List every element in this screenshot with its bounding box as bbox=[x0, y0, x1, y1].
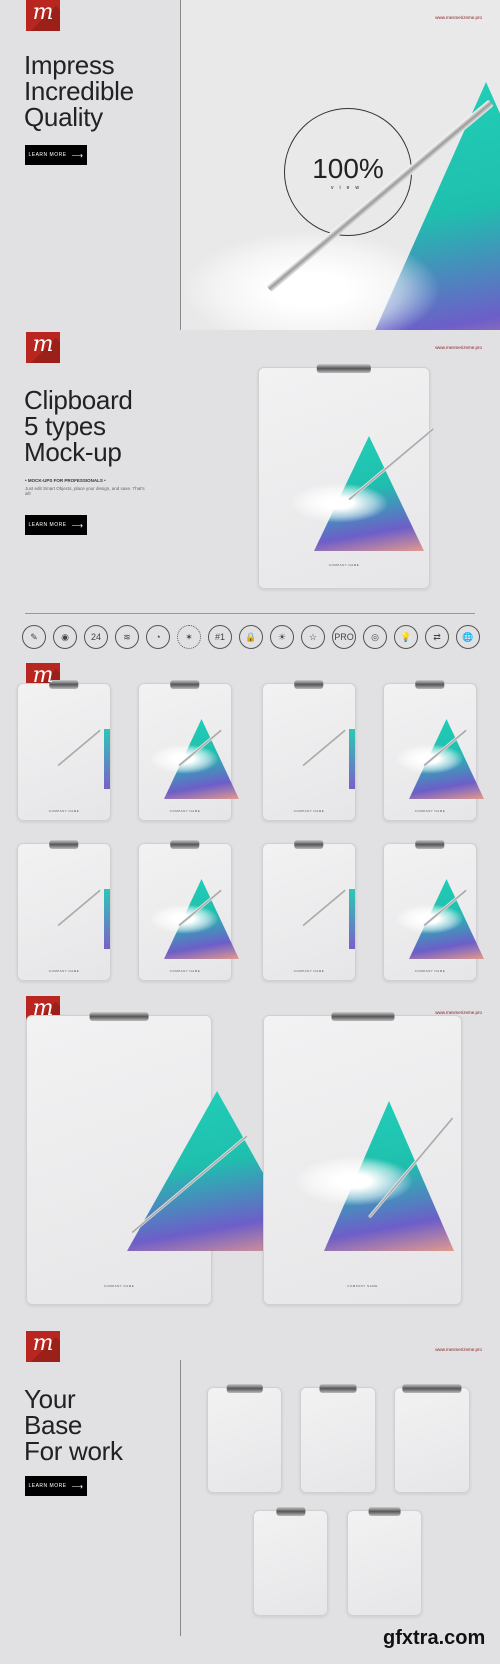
clipboard-variant: COMPANY NAME bbox=[138, 840, 239, 981]
divider bbox=[180, 1360, 181, 1636]
hero-title: Impress Incredible Quality bbox=[24, 50, 134, 132]
clipboard-blank bbox=[253, 1507, 328, 1616]
watermark: gfxtra.com bbox=[383, 1627, 486, 1649]
clipboard-variant: COMPANY NAME bbox=[17, 840, 111, 981]
clipboard-mockup: COMPANY NAME bbox=[26, 1012, 307, 1305]
sun-icon: ☀ bbox=[270, 625, 294, 649]
arrow-right-icon: ⟶ bbox=[71, 150, 84, 160]
learn-more-button[interactable]: LEARN MORE ⟶ bbox=[25, 515, 87, 535]
learn-more-button[interactable]: LEARN MORE ⟶ bbox=[25, 145, 87, 165]
section-title: Your Base For work bbox=[24, 1384, 123, 1466]
divider bbox=[25, 613, 475, 614]
number-one-icon: #1 bbox=[208, 625, 232, 649]
clipboard-variant: COMPANY NAME bbox=[262, 680, 356, 821]
section-title: Clipboard 5 types Mock-up bbox=[24, 385, 133, 467]
clipboard-mockup: COMPANY NAME bbox=[258, 364, 435, 589]
clipboard-variant: COMPANY NAME bbox=[17, 680, 111, 821]
layers-icon: ≋ bbox=[115, 625, 139, 649]
star-icon: ☆ bbox=[301, 625, 325, 649]
clipboard-blank bbox=[207, 1384, 282, 1493]
clipboard-variant: COMPANY NAME bbox=[262, 840, 356, 981]
clipboard-variant: COMPANY NAME bbox=[383, 840, 484, 981]
clipboard-blank bbox=[347, 1507, 422, 1616]
brand-logo: m bbox=[26, 1331, 60, 1362]
24h-support-icon: 24 bbox=[84, 625, 108, 649]
clipboard-mockup: COMPANY NAME bbox=[263, 1012, 462, 1305]
eu-stars-icon: ✶ bbox=[177, 625, 201, 649]
brand-logo: m bbox=[26, 332, 60, 363]
eye-icon: ◉ bbox=[53, 625, 77, 649]
clipboard-variant: COMPANY NAME bbox=[138, 680, 239, 821]
clipboard-blank bbox=[394, 1384, 470, 1493]
clipboard-variant: COMPANY NAME bbox=[383, 680, 484, 821]
brush-icon: ✎ bbox=[22, 625, 46, 649]
pro-icon: PRO bbox=[332, 625, 356, 649]
arrow-right-icon: ⟶ bbox=[71, 520, 84, 530]
arrow-right-icon: ⟶ bbox=[71, 1481, 84, 1491]
learn-more-button[interactable]: LEARN MORE ⟶ bbox=[25, 1476, 87, 1496]
lifebuoy-icon: ◎ bbox=[363, 625, 387, 649]
arrows-icon: ⇄ bbox=[425, 625, 449, 649]
globe-icon: 🌐 bbox=[456, 625, 480, 649]
hero-artwork: www.mesmerizeme.pro 100% view bbox=[181, 0, 500, 330]
brand-logo: m bbox=[26, 0, 60, 31]
feature-icons: ✎ ◉ 24 ≋ ◔ ✶ #1 🔒 ☀ ☆ PRO ◎ 💡 ⇄ 🌐 bbox=[22, 625, 480, 649]
lock-icon: 🔒 bbox=[239, 625, 263, 649]
clipboard-blank bbox=[300, 1384, 376, 1493]
lightbulb-icon: 💡 bbox=[394, 625, 418, 649]
timer-icon: ◔ bbox=[146, 625, 170, 649]
